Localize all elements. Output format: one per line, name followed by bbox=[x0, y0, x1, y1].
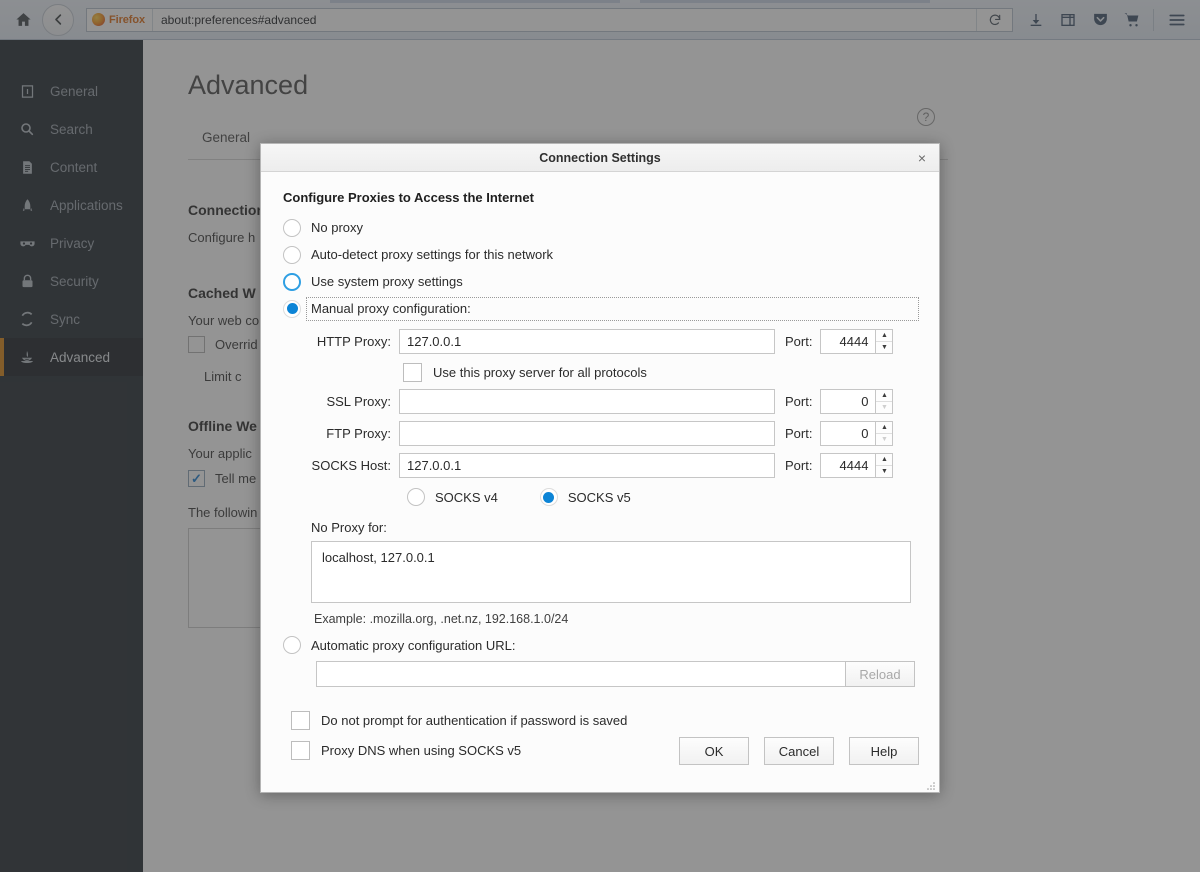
do-not-prompt-checkbox[interactable] bbox=[291, 711, 310, 730]
dialog-title-bar: Connection Settings × bbox=[261, 144, 939, 172]
socks-v4-label: SOCKS v4 bbox=[435, 490, 498, 505]
spinner-buttons[interactable]: ▲ ▼ bbox=[875, 389, 893, 414]
socks-version-row: SOCKS v4 SOCKS v5 bbox=[407, 488, 919, 506]
no-proxy-label: No Proxy for: bbox=[311, 520, 919, 535]
socks-port-label: Port: bbox=[775, 458, 820, 473]
socks-host-label: SOCKS Host: bbox=[281, 458, 399, 473]
do-not-prompt-checkbox-row[interactable]: Do not prompt for authentication if pass… bbox=[291, 711, 919, 730]
cancel-button[interactable]: Cancel bbox=[764, 737, 834, 765]
radio-label: Auto-detect proxy settings for this netw… bbox=[311, 247, 553, 262]
spin-down-icon[interactable]: ▼ bbox=[876, 342, 892, 354]
socks-host-row: SOCKS Host: 127.0.0.1 Port: 4444 ▲ ▼ bbox=[281, 453, 919, 478]
ssl-port-label: Port: bbox=[775, 394, 820, 409]
reload-button: Reload bbox=[845, 661, 915, 687]
ssl-proxy-label: SSL Proxy: bbox=[281, 394, 399, 409]
http-proxy-label: HTTP Proxy: bbox=[281, 334, 399, 349]
ftp-proxy-row: FTP Proxy: Port: 0 ▲ ▼ bbox=[281, 421, 919, 446]
socks-port-stepper[interactable]: 4444 ▲ ▼ bbox=[820, 453, 893, 478]
pac-input-row: Reload bbox=[316, 661, 919, 687]
radio-label: Use system proxy settings bbox=[311, 274, 463, 289]
http-port-input[interactable]: 4444 bbox=[820, 329, 875, 354]
radio-indicator bbox=[283, 219, 301, 237]
spin-down-icon: ▼ bbox=[876, 434, 892, 446]
use-for-all-row[interactable]: Use this proxy server for all protocols bbox=[281, 363, 919, 382]
use-for-all-checkbox[interactable] bbox=[403, 363, 422, 382]
dialog-body: Configure Proxies to Access the Internet… bbox=[261, 172, 939, 793]
resize-grip-icon[interactable] bbox=[926, 781, 936, 791]
socks-port-input[interactable]: 4444 bbox=[820, 453, 875, 478]
ssl-port-input[interactable]: 0 bbox=[820, 389, 875, 414]
ssl-port-stepper[interactable]: 0 ▲ ▼ bbox=[820, 389, 893, 414]
no-proxy-example: Example: .mozilla.org, .net.nz, 192.168.… bbox=[314, 612, 919, 626]
manual-proxy-focus-ring: Manual proxy configuration: bbox=[306, 297, 919, 321]
use-for-all-label: Use this proxy server for all protocols bbox=[433, 365, 647, 380]
ssl-proxy-input[interactable] bbox=[399, 389, 775, 414]
http-proxy-row: HTTP Proxy: 127.0.0.1 Port: 4444 ▲ ▼ bbox=[281, 329, 919, 354]
spin-up-icon[interactable]: ▲ bbox=[876, 330, 892, 342]
radio-automatic-pac[interactable]: Automatic proxy configuration URL: bbox=[281, 636, 919, 654]
radio-socks-v5[interactable] bbox=[540, 488, 558, 506]
proxy-dns-label: Proxy DNS when using SOCKS v5 bbox=[321, 743, 521, 758]
do-not-prompt-label: Do not prompt for authentication if pass… bbox=[321, 713, 627, 728]
radio-indicator bbox=[283, 246, 301, 264]
radio-label: Manual proxy configuration: bbox=[311, 301, 471, 316]
ftp-port-stepper[interactable]: 0 ▲ ▼ bbox=[820, 421, 893, 446]
radio-indicator bbox=[283, 273, 301, 291]
radio-use-system-proxy[interactable]: Use system proxy settings bbox=[281, 268, 919, 295]
proxy-dns-checkbox[interactable] bbox=[291, 741, 310, 760]
socks-host-input[interactable]: 127.0.0.1 bbox=[399, 453, 775, 478]
radio-auto-detect[interactable]: Auto-detect proxy settings for this netw… bbox=[281, 241, 919, 268]
dialog-action-buttons: OK Cancel Help bbox=[679, 737, 919, 765]
radio-manual-proxy[interactable]: Manual proxy configuration: bbox=[281, 295, 919, 322]
radio-label: No proxy bbox=[311, 220, 363, 235]
http-port-stepper[interactable]: 4444 ▲ ▼ bbox=[820, 329, 893, 354]
spin-up-icon[interactable]: ▲ bbox=[876, 390, 892, 402]
proxy-group-title: Configure Proxies to Access the Internet bbox=[283, 190, 919, 205]
http-port-label: Port: bbox=[775, 334, 820, 349]
ftp-port-input[interactable]: 0 bbox=[820, 421, 875, 446]
ftp-proxy-label: FTP Proxy: bbox=[281, 426, 399, 441]
radio-indicator bbox=[283, 636, 301, 654]
ftp-proxy-input[interactable] bbox=[399, 421, 775, 446]
radio-indicator bbox=[283, 300, 301, 318]
ok-button[interactable]: OK bbox=[679, 737, 749, 765]
no-proxy-textarea[interactable]: localhost, 127.0.0.1 bbox=[311, 541, 911, 603]
spin-down-icon[interactable]: ▼ bbox=[876, 466, 892, 478]
use-for-all-checkbox-row[interactable]: Use this proxy server for all protocols bbox=[403, 363, 647, 382]
radio-no-proxy[interactable]: No proxy bbox=[281, 214, 919, 241]
spinner-buttons[interactable]: ▲ ▼ bbox=[875, 329, 893, 354]
help-button[interactable]: Help bbox=[849, 737, 919, 765]
spin-up-icon[interactable]: ▲ bbox=[876, 454, 892, 466]
pac-url-input[interactable] bbox=[316, 661, 846, 687]
radio-socks-v4[interactable] bbox=[407, 488, 425, 506]
spinner-buttons[interactable]: ▲ ▼ bbox=[875, 421, 893, 446]
spin-down-icon: ▼ bbox=[876, 402, 892, 414]
http-proxy-input[interactable]: 127.0.0.1 bbox=[399, 329, 775, 354]
spin-up-icon[interactable]: ▲ bbox=[876, 422, 892, 434]
spinner-buttons[interactable]: ▲ ▼ bbox=[875, 453, 893, 478]
socks-v5-label: SOCKS v5 bbox=[568, 490, 631, 505]
pac-label: Automatic proxy configuration URL: bbox=[311, 638, 515, 653]
close-icon[interactable]: × bbox=[913, 149, 931, 167]
ftp-port-label: Port: bbox=[775, 426, 820, 441]
ssl-proxy-row: SSL Proxy: Port: 0 ▲ ▼ bbox=[281, 389, 919, 414]
dialog-title: Connection Settings bbox=[539, 151, 661, 165]
connection-settings-dialog: Connection Settings × Configure Proxies … bbox=[260, 143, 940, 793]
